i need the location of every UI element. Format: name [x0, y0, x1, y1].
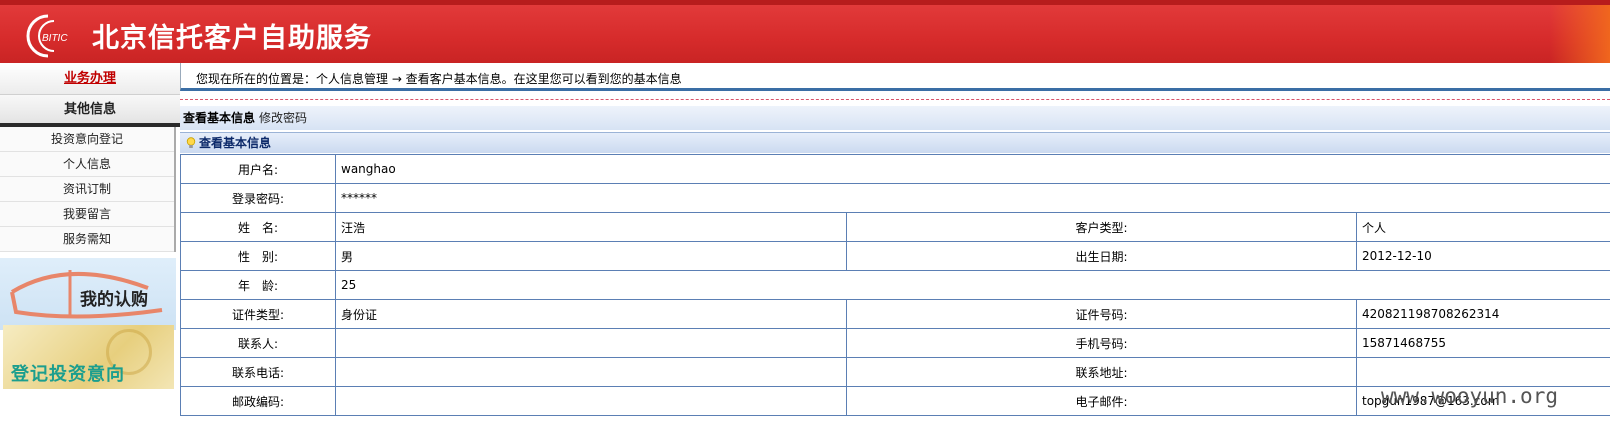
mobile-value: 15871468755: [1355, 328, 1610, 358]
panel-title: 查看基本信息: [199, 136, 272, 150]
tab-view-basic-info[interactable]: 查看基本信息: [183, 111, 255, 125]
table-row: 姓 名: 汪浩 客户类型: 个人: [180, 212, 1610, 242]
svg-text:BITIC: BITIC: [42, 33, 68, 44]
register-investment-label: 登记投资意向: [11, 364, 125, 385]
age-value: 25: [334, 270, 1610, 300]
birth-date-label: 出生日期:: [846, 241, 1357, 271]
lightbulb-icon: [186, 137, 196, 148]
sidebar: 业务办理 其他信息 投资意向登记 个人信息 资讯订制 我要留言 服务需知 我的认…: [0, 63, 180, 435]
table-row: 登录密码: ******: [180, 183, 1610, 213]
address-value: [1355, 357, 1610, 387]
contact-label: 联系人:: [180, 328, 336, 358]
watermark: www.wooyun.org: [1380, 384, 1558, 408]
table-row: 用户名: wanghao: [180, 154, 1610, 184]
username-value: wanghao: [334, 154, 1610, 184]
content-tabs: 查看基本信息 修改密码: [180, 106, 1610, 130]
site-title: 北京信托客户自助服务: [92, 23, 372, 54]
bitic-logo-icon: BITIC: [26, 14, 68, 58]
gender-label: 性 别:: [180, 241, 336, 271]
username-label: 用户名:: [180, 154, 336, 184]
id-number-value: 420821198708262314: [1355, 299, 1610, 329]
breadcrumb: 您现在所在的位置是：个人信息管理 → 查看客户基本信息。在这里您可以看到您的基本…: [180, 63, 1610, 91]
contact-value: [335, 328, 847, 358]
customer-type-label: 客户类型:: [846, 212, 1357, 242]
tab-business[interactable]: 业务办理: [0, 63, 180, 95]
gender-value: 男: [335, 241, 847, 271]
id-type-value: 身份证: [335, 299, 847, 329]
table-row: 年 龄: 25: [180, 270, 1610, 300]
email-label: 电子邮件:: [846, 386, 1357, 416]
tab-change-password[interactable]: 修改密码: [259, 111, 307, 125]
phone-label: 联系电话:: [180, 357, 336, 387]
age-label: 年 龄:: [180, 270, 336, 300]
customer-type-value: 个人: [1355, 212, 1610, 242]
panel-header: 查看基本信息: [180, 132, 1610, 153]
tab-other-info[interactable]: 其他信息: [0, 95, 180, 127]
table-row: 证件类型: 身份证 证件号码: 420821198708262314: [180, 299, 1610, 329]
postcode-label: 邮政编码:: [180, 386, 336, 416]
birth-date-value: 2012-12-10: [1355, 241, 1610, 271]
sidebar-item-personal-info[interactable]: 个人信息: [0, 152, 174, 177]
sidebar-item-news-subscription[interactable]: 资讯订制: [0, 177, 174, 202]
password-value: ******: [334, 183, 1610, 213]
my-subscription-banner[interactable]: 我的认购: [0, 258, 176, 330]
password-label: 登录密码:: [180, 183, 336, 213]
register-investment-banner[interactable]: 登记投资意向: [3, 325, 174, 389]
table-row: 联系电话: 联系地址:: [180, 357, 1610, 387]
sidebar-menu: 投资意向登记 个人信息 资讯订制 我要留言 服务需知: [0, 127, 176, 252]
id-type-label: 证件类型:: [180, 299, 336, 329]
dashed-divider: [180, 99, 1610, 100]
mobile-label: 手机号码:: [846, 328, 1357, 358]
postcode-value: [335, 386, 847, 416]
sidebar-item-leave-message[interactable]: 我要留言: [0, 202, 174, 227]
id-number-label: 证件号码:: [846, 299, 1357, 329]
phone-value: [335, 357, 847, 387]
table-row: 性 别: 男 出生日期: 2012-12-10: [180, 241, 1610, 271]
name-label: 姓 名:: [180, 212, 336, 242]
my-subscription-label: 我的认购: [80, 290, 148, 310]
sidebar-item-investment-intent[interactable]: 投资意向登记: [0, 127, 174, 152]
customer-info-table: 用户名: wanghao 登录密码: ****** 姓 名: 汪浩 客户类型: …: [180, 154, 1610, 416]
site-header: BITIC 北京信托客户自助服务: [0, 0, 1610, 63]
sidebar-item-service-notice[interactable]: 服务需知: [0, 227, 174, 252]
address-label: 联系地址:: [846, 357, 1357, 387]
table-row: 联系人: 手机号码: 15871468755: [180, 328, 1610, 358]
name-value: 汪浩: [335, 212, 847, 242]
